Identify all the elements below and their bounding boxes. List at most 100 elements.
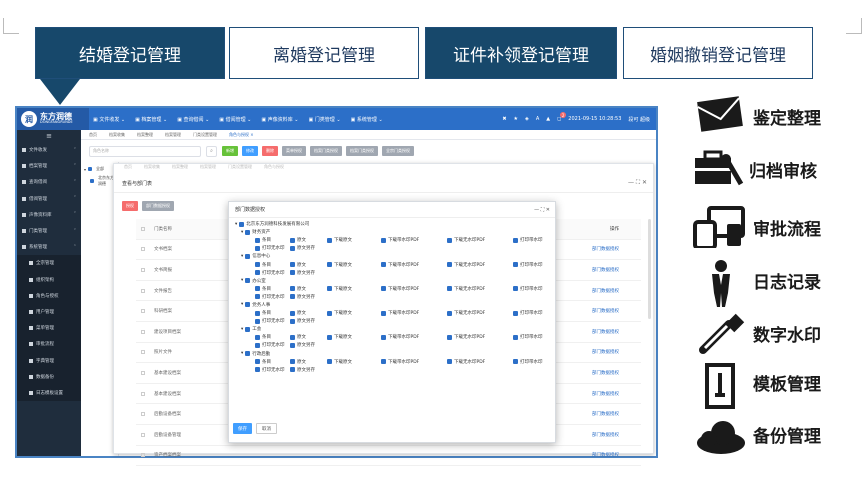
permission-option[interactable]: 原文 bbox=[290, 286, 306, 292]
row-checkbox[interactable] bbox=[136, 412, 150, 417]
sidebar-item[interactable]: 查询借阅 ˅ bbox=[17, 174, 81, 190]
permission-option[interactable]: 打印带水印 bbox=[513, 310, 543, 316]
permission-option[interactable]: 下载无水印PDF bbox=[447, 359, 485, 365]
row-action-link[interactable]: 部门数据授权 bbox=[592, 246, 619, 252]
checkbox[interactable] bbox=[290, 310, 295, 316]
wifi-icon[interactable]: ◈ bbox=[525, 116, 529, 122]
permission-option[interactable]: 下载带水印PDF bbox=[381, 262, 419, 268]
toolbar-button[interactable]: 删除 bbox=[262, 146, 278, 156]
toolbar-button[interactable]: 全宗门类授权 bbox=[382, 146, 414, 156]
permission-option[interactable]: 原文 bbox=[290, 359, 306, 365]
row-checkbox[interactable] bbox=[136, 370, 150, 375]
checkbox[interactable] bbox=[141, 453, 145, 458]
top-menu-item[interactable]: ▣ 查询借阅 ⌄ bbox=[177, 116, 209, 123]
row-action-link[interactable]: 部门数据授权 bbox=[592, 391, 619, 397]
permission-option[interactable]: 下载无水印PDF bbox=[447, 286, 485, 292]
checkbox[interactable] bbox=[381, 262, 386, 268]
permission-option[interactable]: 下载无水印PDF bbox=[447, 310, 485, 316]
table-row[interactable]: 资产档案档案 部门数据授权 bbox=[136, 446, 641, 467]
tab-revocation[interactable]: 婚姻撤销登记管理 bbox=[623, 27, 813, 79]
top-menu-item[interactable]: ▣ 系统管理 ⌄ bbox=[351, 116, 383, 123]
row-checkbox[interactable] bbox=[136, 247, 150, 252]
row-action-link[interactable]: 部门数据授权 bbox=[592, 432, 619, 438]
checkbox[interactable] bbox=[141, 288, 145, 293]
checkbox[interactable] bbox=[290, 245, 295, 251]
bell-icon[interactable]: ◻ 2 bbox=[557, 112, 567, 122]
checkbox[interactable] bbox=[327, 262, 332, 268]
permission-option[interactable]: 下载无水印PDF bbox=[447, 262, 485, 268]
checkbox[interactable] bbox=[327, 359, 332, 365]
chevron-down-icon[interactable]: ▾ bbox=[235, 222, 237, 227]
chevron-down-icon[interactable]: ▾ bbox=[241, 254, 243, 259]
checkbox[interactable] bbox=[290, 294, 295, 300]
checkbox[interactable] bbox=[245, 326, 251, 332]
permission-option[interactable]: 原文另存 bbox=[290, 245, 315, 251]
permission-option[interactable]: 下载原文 bbox=[327, 310, 352, 316]
sidebar-item[interactable]: 用户管理 bbox=[17, 303, 81, 321]
tree-root[interactable]: 全部 bbox=[96, 166, 104, 172]
permission-option[interactable]: 下载原文 bbox=[327, 334, 352, 340]
page-tab[interactable]: 首页 bbox=[89, 132, 97, 138]
row-action-link[interactable]: 部门数据授权 bbox=[592, 329, 619, 335]
checkbox[interactable] bbox=[245, 351, 251, 357]
checkbox[interactable] bbox=[245, 302, 251, 308]
sidebar-item[interactable]: 日志模板设置 bbox=[17, 384, 81, 401]
row-action-link[interactable]: 部门数据授权 bbox=[592, 370, 619, 376]
top-menu-item[interactable]: ▣ 声像资料库 ⌄ bbox=[261, 116, 298, 123]
toolbar-button[interactable]: 菜单授权 bbox=[282, 146, 306, 156]
row-action-link[interactable]: 部门数据授权 bbox=[592, 452, 619, 458]
permission-option[interactable]: 下载带水印PDF bbox=[381, 237, 419, 243]
checkbox[interactable] bbox=[141, 412, 145, 417]
sidebar-item[interactable]: 档案管理 ˅ bbox=[17, 158, 81, 174]
permission-option[interactable]: 条目 bbox=[255, 334, 271, 340]
row-checkbox[interactable] bbox=[136, 350, 150, 355]
top-menu-item[interactable]: ▣ 档案管理 ⌄ bbox=[135, 116, 167, 123]
top-menu-item[interactable]: ▣ 借阅管理 ⌄ bbox=[219, 116, 251, 123]
chevron-down-icon[interactable]: ▾ bbox=[241, 278, 243, 283]
menu-toggle-icon[interactable]: ≡ bbox=[17, 130, 81, 142]
row-action-link[interactable]: 部门数据授权 bbox=[592, 267, 619, 273]
permission-option[interactable]: 原文另存 bbox=[290, 342, 315, 348]
row-checkbox[interactable] bbox=[136, 391, 150, 396]
checkbox[interactable] bbox=[290, 262, 295, 268]
sidebar-item[interactable]: 声像资料库 ˅ bbox=[17, 207, 81, 223]
permission-option[interactable]: 条目 bbox=[255, 359, 271, 365]
permission-option[interactable]: 条目 bbox=[255, 262, 271, 268]
permission-option[interactable]: 条目 bbox=[255, 310, 271, 316]
checkbox[interactable] bbox=[381, 237, 386, 243]
checkbox[interactable] bbox=[290, 334, 295, 340]
chevron-down-icon[interactable]: ▾ bbox=[241, 351, 243, 356]
checkbox[interactable] bbox=[141, 226, 145, 231]
permission-option[interactable]: 打印带水印 bbox=[513, 359, 543, 365]
page-tab[interactable]: 角色与授权 bbox=[264, 164, 284, 174]
row-checkbox[interactable] bbox=[136, 267, 150, 272]
permission-option[interactable]: 下载原文 bbox=[327, 262, 352, 268]
row-action-link[interactable]: 部门数据授权 bbox=[592, 349, 619, 355]
search-input[interactable]: 角色名称 bbox=[89, 145, 201, 157]
page-tab[interactable]: 角色与授权 × bbox=[229, 132, 254, 138]
sidebar-item[interactable]: 系统管理 ˄ bbox=[17, 239, 81, 255]
checkbox[interactable] bbox=[141, 391, 145, 396]
permission-option[interactable]: 打印无水印 bbox=[255, 270, 285, 276]
checkbox[interactable] bbox=[141, 370, 145, 375]
page-tab[interactable]: 档案整理 bbox=[172, 164, 188, 174]
toolbar-button[interactable]: 修改 bbox=[242, 146, 258, 156]
row-action-link[interactable]: 部门数据授权 bbox=[592, 411, 619, 417]
permission-option[interactable]: 条目 bbox=[255, 286, 271, 292]
permission-option[interactable]: 打印带水印 bbox=[513, 237, 543, 243]
checkbox[interactable] bbox=[381, 359, 386, 365]
search-icon[interactable]: ⌕ bbox=[206, 145, 217, 157]
checkbox[interactable] bbox=[513, 237, 518, 243]
checkbox[interactable] bbox=[255, 270, 260, 276]
permission-option[interactable]: 下载原文 bbox=[327, 359, 352, 365]
checkbox[interactable] bbox=[447, 359, 452, 365]
permission-option[interactable]: 原文另存 bbox=[290, 270, 315, 276]
permission-option[interactable]: 打印无水印 bbox=[255, 318, 285, 324]
checkbox[interactable] bbox=[327, 334, 332, 340]
checkbox[interactable] bbox=[141, 329, 145, 334]
checkbox[interactable] bbox=[255, 359, 260, 365]
sidebar-item[interactable]: 审批流程 bbox=[17, 336, 81, 353]
page-tab[interactable]: 档案整理 bbox=[137, 132, 153, 138]
cancel-button[interactable]: 取消 bbox=[256, 423, 277, 434]
checkbox[interactable] bbox=[255, 286, 260, 292]
